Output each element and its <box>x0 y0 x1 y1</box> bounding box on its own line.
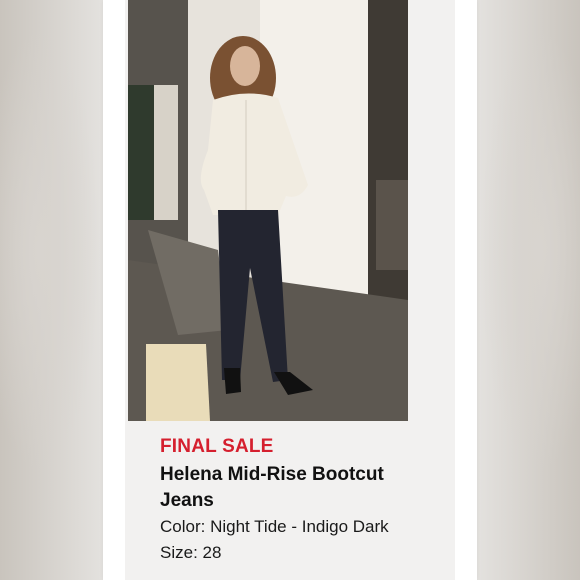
final-sale-label: FINAL SALE <box>160 436 274 457</box>
product-size: Size: 28 <box>160 543 222 562</box>
product-photo[interactable] <box>128 0 408 421</box>
product-title-line-2: Jeans <box>160 490 214 511</box>
listing-card: FINAL SALE Helena Mid-Rise Bootcut Jeans… <box>103 0 477 580</box>
product-title[interactable]: Helena Mid-Rise Bootcut Jeans <box>160 462 450 514</box>
product-title-line-1: Helena Mid-Rise Bootcut <box>160 464 384 485</box>
product-photo-illustration <box>128 0 408 421</box>
product-color: Color: Night Tide - Indigo Dark <box>160 517 389 536</box>
listing-details: FINAL SALE Helena Mid-Rise Bootcut Jeans… <box>160 435 450 566</box>
